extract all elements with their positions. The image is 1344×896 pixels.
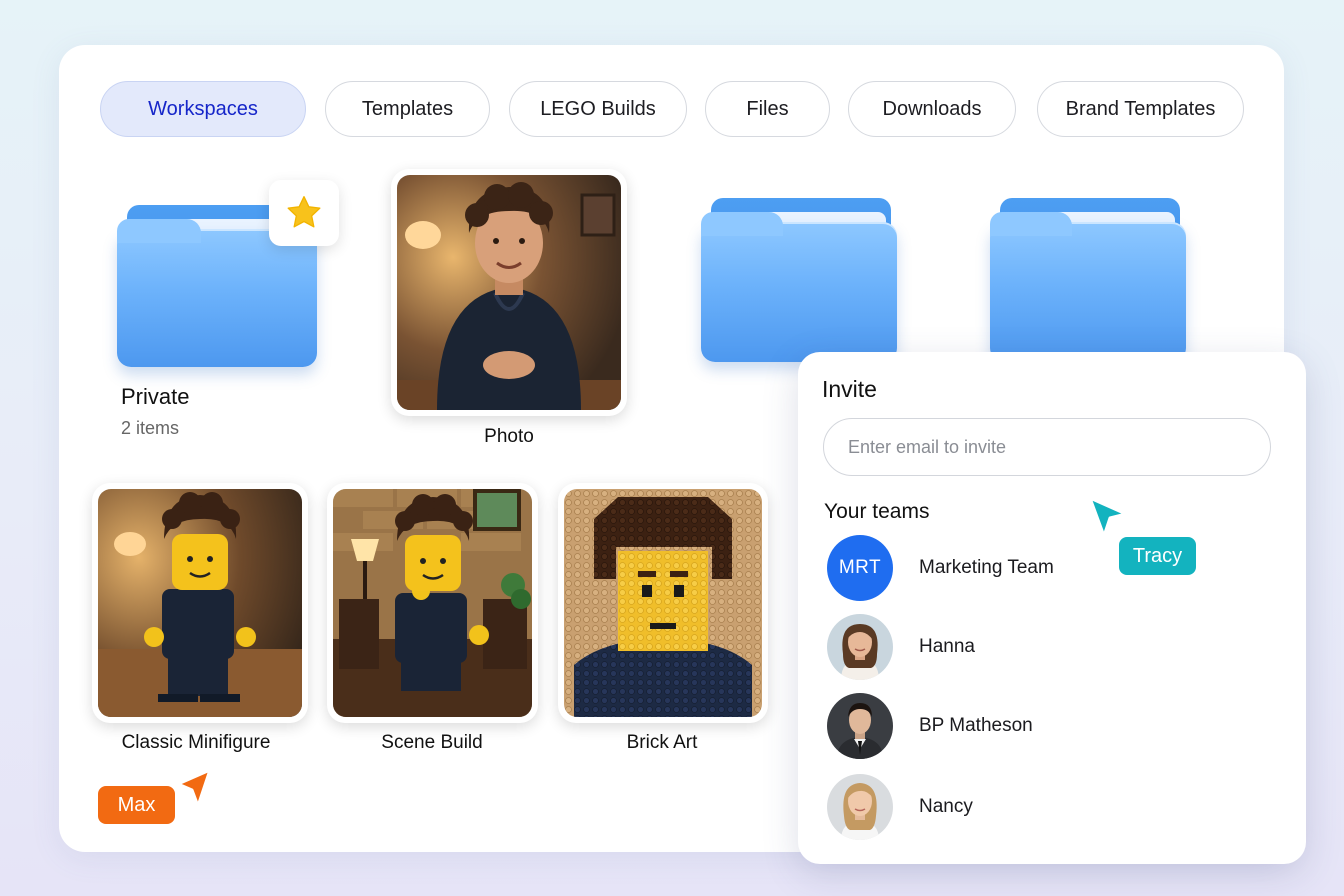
scene-build-label[interactable]: Scene Build	[360, 732, 504, 754]
avatar	[827, 614, 893, 680]
brick-art-thumbnail[interactable]	[558, 483, 768, 723]
avatar: MRT	[827, 535, 893, 601]
team-member-hanna[interactable]: Hanna	[827, 614, 1247, 680]
team-member-bp-matheson[interactable]: BP Matheson	[827, 693, 1247, 759]
invite-email-input[interactable]	[823, 418, 1271, 476]
avatar	[827, 693, 893, 759]
member-name: Nancy	[919, 796, 973, 817]
photo-image	[397, 175, 621, 410]
avatar	[827, 774, 893, 840]
member-name: Hanna	[919, 636, 975, 657]
team-member-nancy[interactable]: Nancy	[827, 774, 1247, 840]
classic-minifigure-image	[98, 489, 302, 717]
invite-title: Invite	[822, 376, 877, 402]
classic-minifigure-label[interactable]: Classic Minifigure	[100, 732, 292, 754]
tab-brand-templates[interactable]: Brand Templates	[1037, 81, 1244, 137]
private-folder-count: 2 items	[121, 418, 180, 438]
tab-templates[interactable]: Templates	[325, 81, 490, 137]
scene-build-image	[333, 489, 532, 717]
tracy-cursor-label: Tracy	[1119, 537, 1196, 575]
max-cursor-arrow-icon	[176, 768, 212, 808]
photo-label[interactable]: Photo	[449, 426, 569, 448]
tab-files[interactable]: Files	[705, 81, 830, 137]
your-teams-heading: Your teams	[824, 500, 930, 523]
brick-art-label[interactable]: Brick Art	[602, 732, 722, 754]
member-name: Marketing Team	[919, 557, 1054, 578]
favorite-star-badge[interactable]	[269, 180, 339, 246]
max-cursor-label: Max	[98, 786, 175, 824]
photo-thumbnail[interactable]	[391, 169, 627, 416]
folder-icon[interactable]	[990, 198, 1186, 362]
classic-minifigure-thumbnail[interactable]	[92, 483, 308, 723]
brick-art-image	[564, 489, 762, 717]
member-name: BP Matheson	[919, 715, 1033, 736]
invite-panel: Invite Your teams MRT Marketing Team Han…	[798, 352, 1306, 864]
folder-icon[interactable]	[701, 198, 897, 362]
tab-downloads[interactable]: Downloads	[848, 81, 1016, 137]
scene-build-thumbnail[interactable]	[327, 483, 538, 723]
tab-workspaces[interactable]: Workspaces	[100, 81, 306, 137]
star-icon	[287, 196, 321, 228]
tab-lego-builds[interactable]: LEGO Builds	[509, 81, 687, 137]
private-folder-name[interactable]: Private	[121, 384, 189, 410]
